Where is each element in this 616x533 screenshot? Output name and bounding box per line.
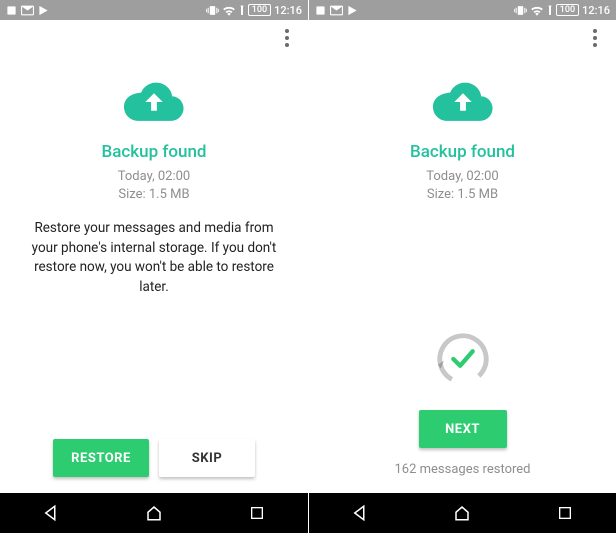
nav-bar [0, 493, 308, 533]
app-bar [309, 20, 616, 56]
page-title: Backup found [101, 142, 206, 162]
phone-screen-restore-prompt: 100 12:16 Backup found Today, 02:00 Size… [0, 0, 308, 533]
play-icon [347, 5, 358, 16]
backup-size: Size: 1.5 MB [118, 186, 190, 204]
vibrate-icon [206, 5, 219, 16]
status-bar: 100 12:16 [309, 0, 616, 20]
backup-time: Today, 02:00 [426, 168, 498, 186]
vibrate-icon [514, 5, 527, 16]
main-content: Backup found Today, 02:00 Size: 1.5 MB R… [0, 56, 308, 493]
main-content: Backup found Today, 02:00 Size: 1.5 MB N… [309, 56, 616, 493]
page-title: Backup found [410, 142, 515, 162]
mail-icon [330, 5, 343, 16]
nav-bar [309, 493, 616, 533]
skip-button[interactable]: SKIP [159, 439, 255, 477]
signal-icon [239, 5, 245, 16]
battery-indicator: 100 [248, 4, 271, 16]
overflow-menu-button[interactable] [272, 23, 302, 53]
clock: 12:16 [274, 4, 302, 17]
backup-meta: Today, 02:00 Size: 1.5 MB [426, 168, 498, 203]
mail-icon [21, 5, 34, 16]
play-icon [38, 5, 49, 16]
restored-count-text: 162 messages restored [395, 462, 531, 477]
nav-back-button[interactable] [21, 493, 81, 533]
nav-home-button[interactable] [124, 493, 184, 533]
cloud-upload-icon [432, 80, 494, 128]
nav-recents-button[interactable] [535, 493, 595, 533]
restore-button[interactable]: RESTORE [53, 439, 149, 477]
next-button[interactable]: NEXT [419, 410, 507, 448]
wifi-icon [222, 5, 236, 16]
progress-complete-icon [434, 330, 492, 392]
notification-icon [6, 5, 17, 16]
battery-indicator: 100 [556, 4, 579, 16]
backup-meta: Today, 02:00 Size: 1.5 MB [118, 168, 190, 203]
status-bar: 100 12:16 [0, 0, 308, 20]
notification-icon [315, 5, 326, 16]
clock: 12:16 [582, 4, 610, 17]
nav-back-button[interactable] [330, 493, 390, 533]
wifi-icon [530, 5, 544, 16]
app-bar [0, 20, 308, 56]
backup-size: Size: 1.5 MB [426, 186, 498, 204]
cloud-upload-icon [123, 80, 185, 128]
restore-description: Restore your messages and media from you… [24, 219, 284, 297]
overflow-menu-button[interactable] [580, 23, 610, 53]
nav-recents-button[interactable] [227, 493, 287, 533]
backup-time: Today, 02:00 [118, 168, 190, 186]
signal-icon [547, 5, 553, 16]
nav-home-button[interactable] [432, 493, 492, 533]
phone-screen-restore-complete: 100 12:16 Backup found Today, 02:00 Size… [308, 0, 616, 533]
